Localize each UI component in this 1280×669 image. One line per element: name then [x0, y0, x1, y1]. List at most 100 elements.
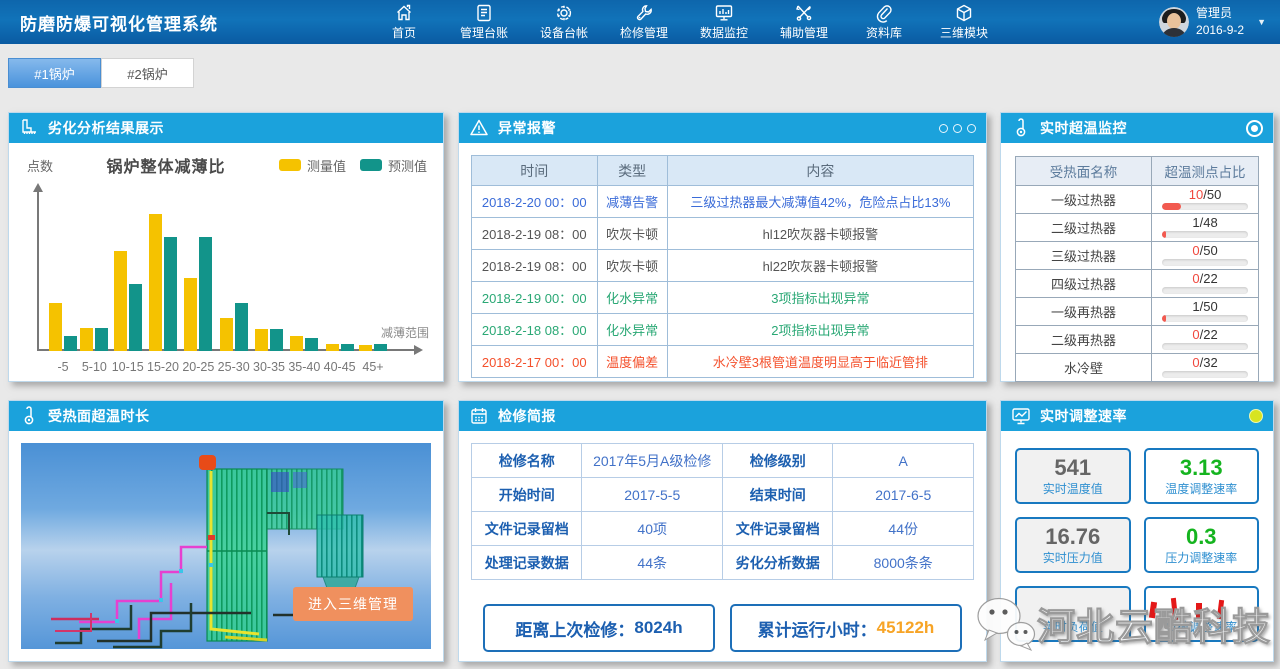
nav-item-label: 检修管理 — [620, 24, 668, 41]
top-bar: 防磨防爆可视化管理系统 首页管理台账设备台帐 检修管理 数据监控辅助管理资料库三维模… — [0, 0, 1280, 44]
metric-label: 温度调整速率 — [1165, 480, 1237, 497]
repair-value: 2017-5-5 — [582, 478, 723, 512]
alarm-row[interactable]: 2018-2-18 08：00化水异常2项指标出现异常 — [472, 314, 974, 346]
metric-value: 16.76 — [1045, 525, 1100, 549]
nav-item-首页[interactable]: 首页 — [376, 1, 432, 44]
alarm-row[interactable]: 2018-2-19 08：00吹灰卡顿hl22吹灰器卡顿报警 — [472, 250, 974, 282]
alarm-row[interactable]: 2018-2-20 00：00减薄告警三级过热器最大减薄值42%，危险点占比13… — [472, 186, 974, 218]
nav-item-辅助管理[interactable]: 辅助管理 — [776, 1, 832, 44]
bar-pair — [220, 303, 248, 351]
bar-预测值 — [199, 237, 212, 351]
bar-测量值 — [290, 336, 303, 351]
nav-item-资料库[interactable]: 资料库 — [856, 1, 912, 44]
alarm-row[interactable]: 2018-2-17 00：00温度偏差水冷壁3根管道温度明显高于临近管排 — [472, 346, 974, 378]
total-run-hours-button[interactable]: 累计运行小时：45122h — [730, 604, 962, 652]
alarm-time: 2018-2-19 00：00 — [472, 282, 598, 314]
repair-label: 处理记录数据 — [472, 546, 582, 580]
chart-column: -5 — [49, 187, 77, 377]
overheat-row: 水冷壁0/32 — [1016, 354, 1259, 382]
ratio-denominator: /32 — [1200, 355, 1218, 370]
legend-label: 预测值 — [388, 156, 427, 175]
warning-triangle-icon — [469, 118, 489, 138]
ratio-numerator: 0 — [1192, 271, 1199, 286]
paperclip-icon — [874, 3, 894, 23]
surface-name: 四级过热器 — [1016, 270, 1152, 298]
tab-boiler-2[interactable]: #2锅炉 — [101, 58, 194, 88]
bar-预测值 — [129, 284, 142, 351]
nav-item-检修管理[interactable]: 检修管理 — [616, 1, 672, 44]
repair-table-body: 检修名称2017年5月A级检修检修级别A开始时间2017-5-5结束时间2017… — [472, 444, 974, 580]
bar-测量值 — [80, 328, 93, 351]
button-value: 45122h — [877, 618, 935, 638]
panel-overheat-monitor: 实时超温监控 受热面名称超温测点占比 一级过热器10/50二级过热器1/48三级… — [1000, 112, 1274, 382]
alarm-row[interactable]: 2018-2-19 08：00吹灰卡顿hl12吹灰器卡顿报警 — [472, 218, 974, 250]
nav-item-label: 三维模块 — [940, 24, 988, 41]
alarm-table-body: 2018-2-20 00：00减薄告警三级过热器最大减薄值42%，危险点占比13… — [472, 186, 974, 378]
x-tick-label: 40-45 — [324, 357, 356, 377]
alarm-type: 吹灰卡顿 — [597, 218, 667, 250]
surface-name: 二级过热器 — [1016, 214, 1152, 242]
app-title: 防磨防爆可视化管理系统 — [20, 10, 218, 35]
panel-options-dots[interactable] — [939, 124, 976, 133]
user-menu[interactable]: 管理员 2016-9-2 ▼ — [1159, 5, 1266, 40]
panel-repair-briefing: 检修简报 检修名称2017年5月A级检修检修级别A开始时间2017-5-5结束时… — [458, 400, 987, 662]
ratio-text: 1/48 — [1152, 216, 1258, 229]
alarm-type: 吹灰卡顿 — [597, 250, 667, 282]
ratio-text: 1/50 — [1152, 300, 1258, 313]
ratio-progress-track — [1162, 259, 1248, 266]
repair-label: 文件记录留档 — [722, 512, 832, 546]
overheat-row: 一级过热器10/50 — [1016, 186, 1259, 214]
bar-测量值 — [326, 344, 339, 351]
ledger-icon — [474, 3, 494, 23]
since-last-repair-button[interactable]: 距离上次检修：8024h — [483, 604, 715, 652]
tab-boiler-1[interactable]: #1锅炉 — [8, 58, 101, 88]
nav-item-label: 设备台帐 — [540, 24, 588, 41]
overheat-col-header: 超温测点占比 — [1152, 157, 1259, 186]
ratio-progress-fill — [1162, 315, 1165, 322]
enter-3d-management-button[interactable]: 进入三维管理 — [293, 587, 413, 621]
button-value: 8024h — [634, 618, 682, 638]
nav-item-管理台账[interactable]: 管理台账 — [456, 1, 512, 44]
alarm-content: hl22吹灰器卡顿报警 — [667, 250, 973, 282]
chart-column: 35-40 — [288, 187, 320, 377]
surface-name: 一级再热器 — [1016, 298, 1152, 326]
metric-压力调整速率: 0.3压力调整速率 — [1144, 517, 1260, 573]
metric-实时温度值: 541实时温度值 — [1015, 448, 1131, 504]
alarm-time: 2018-2-20 00：00 — [472, 186, 598, 218]
panel-title: 检修简报 — [498, 406, 556, 426]
bar-pair — [49, 303, 77, 351]
boiler-tabs: #1锅炉#2锅炉 — [8, 58, 194, 88]
overheat-row: 二级再热器0/22 — [1016, 326, 1259, 354]
ratio-denominator: /50 — [1203, 187, 1221, 202]
ratio-denominator: /50 — [1200, 243, 1218, 258]
nav-item-三维模块[interactable]: 三维模块 — [936, 1, 992, 44]
chart-header: 点数 锅炉整体减薄比 测量值预测值 — [27, 153, 427, 177]
panel-rates-header: 实时调整速率 — [1001, 401, 1273, 431]
repair-value: 2017年5月A级检修 — [582, 444, 723, 478]
alarm-time: 2018-2-19 08：00 — [472, 250, 598, 282]
gear-icon — [554, 3, 574, 23]
panel-boiler3d-header: 受热面超温时长 — [9, 401, 443, 431]
x-tick-label: 5-10 — [82, 357, 107, 377]
alarm-type: 化水异常 — [597, 282, 667, 314]
nav-item-数据监控[interactable]: 数据监控 — [696, 1, 752, 44]
thermometer-icon — [1011, 118, 1031, 138]
x-tick-label: 25-30 — [218, 357, 250, 377]
bar-pair — [184, 237, 212, 351]
surface-name: 水冷壁 — [1016, 354, 1152, 382]
avatar — [1159, 7, 1189, 37]
radio-indicator[interactable] — [1246, 120, 1263, 137]
repair-label: 劣化分析数据 — [722, 546, 832, 580]
ratio-denominator: /22 — [1200, 327, 1218, 342]
x-tick-label: 35-40 — [288, 357, 320, 377]
status-led — [1249, 409, 1263, 423]
chevron-down-icon: ▼ — [1257, 17, 1266, 27]
nav-item-设备台帐[interactable]: 设备台帐 — [536, 1, 592, 44]
chart-column: 45+ — [359, 187, 387, 377]
ratio-progress-track — [1162, 287, 1248, 294]
chart-column: 10-15 — [112, 187, 144, 377]
legend-label: 测量值 — [307, 156, 346, 175]
alarm-row[interactable]: 2018-2-19 00：00化水异常3项指标出现异常 — [472, 282, 974, 314]
overheat-row: 二级过热器1/48 — [1016, 214, 1259, 242]
chart-column: 15-20 — [147, 187, 179, 377]
